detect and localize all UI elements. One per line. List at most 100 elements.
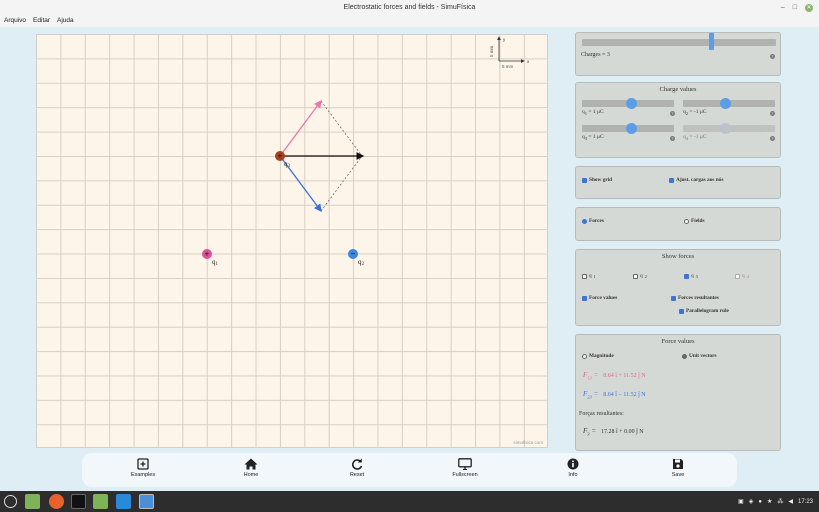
forces-resultantes-checkbox[interactable]: Forces resultantes [671, 295, 719, 301]
q3-slider[interactable] [582, 123, 674, 134]
charges-count-thumb[interactable] [709, 33, 714, 50]
charges-count-panel: Charges = 3 ? [575, 32, 781, 76]
show-q2-checkbox[interactable]: q2 [633, 273, 647, 279]
charge-values-title: Charge values [659, 86, 697, 93]
show-q4-checkbox[interactable]: q4 [735, 273, 749, 279]
clock[interactable]: 17:23 [798, 499, 813, 505]
checkbox-icon [735, 273, 740, 279]
radio-icon [582, 353, 587, 359]
firefox-icon[interactable] [49, 494, 64, 509]
notes-icon[interactable]: ▣ [738, 498, 744, 505]
unit-vectors-radio[interactable]: Unit vectors [682, 353, 717, 359]
radio-icon [682, 353, 687, 359]
q1-slider-thumb[interactable] [626, 98, 637, 109]
terminal-icon[interactable] [71, 494, 86, 509]
files-icon[interactable] [25, 494, 40, 509]
home-icon [244, 458, 258, 470]
help-icon[interactable]: ? [770, 54, 775, 59]
svg-text:+: + [278, 152, 283, 161]
window-title: Electrostatic forces and fields - SimuFí… [343, 4, 476, 11]
bottom-toolbar: Examples Home Reset Fullscreen Info Save [82, 453, 737, 487]
plus-square-icon [137, 458, 149, 470]
charge-q1[interactable]: + q1 [202, 249, 219, 267]
show-forces-title: Show forces [661, 253, 695, 260]
axis-x-label: x [527, 59, 530, 64]
show-q3-checkbox[interactable]: q3 [684, 273, 698, 279]
radio-icon [582, 218, 587, 224]
q1-slider[interactable] [582, 98, 674, 109]
menu-bar: Arquivo Editar Ajuda [0, 15, 819, 27]
checkbox-icon [582, 295, 587, 301]
network-icon[interactable]: ⁂ [777, 498, 783, 505]
parallelogram-checkbox[interactable]: Parallelogram rule [679, 308, 729, 314]
charge-values-panel: Charge values q1 = 1 μC ? q2 = -1 μC ? q… [575, 82, 781, 158]
start-menu-icon[interactable] [4, 495, 17, 508]
parallelogram-line-lower [320, 155, 363, 212]
charge-q2[interactable]: − q2 [348, 249, 365, 267]
force-values-checkbox[interactable]: Force values [582, 295, 617, 301]
adjust-charges-checkbox[interactable]: Ajust. cargas aos nós [669, 177, 723, 183]
volume-icon[interactable]: ◀ [788, 498, 793, 505]
q2-slider[interactable] [683, 98, 775, 109]
vector-layer: 5 mm 5 mm x y + q1 − q2 + q3 [202, 36, 530, 267]
os-taskbar: ▣ ◈ ● ★ ⁂ ◀ 17:23 [0, 491, 819, 512]
q4-slider[interactable] [683, 123, 775, 134]
refresh-icon [351, 458, 363, 470]
checkbox-icon [633, 273, 638, 279]
monitor-icon [458, 458, 472, 470]
scale-y-label: 5 mm [489, 45, 494, 57]
simufisica-app-icon[interactable] [139, 494, 154, 509]
fields-radio[interactable]: Fields [684, 218, 705, 224]
fullscreen-button[interactable]: Fullscreen [435, 458, 495, 478]
folder-icon[interactable] [93, 494, 108, 509]
parallelogram-line-upper [320, 100, 363, 157]
show-forces-panel: Show forces q1 q2 q3 q4 Force values For… [575, 249, 781, 326]
system-tray: ▣ ◈ ● ★ ⁂ ◀ 17:23 [738, 491, 813, 512]
checkbox-icon [679, 308, 684, 314]
menu-ajuda[interactable]: Ajuda [57, 15, 74, 27]
q2-value-label: q2 = -1 μC [683, 109, 707, 117]
shield-icon[interactable]: ◈ [749, 498, 754, 505]
forces-radio[interactable]: Forces [582, 218, 604, 224]
reset-button[interactable]: Reset [327, 458, 387, 478]
q2-help-icon[interactable]: ? [770, 111, 775, 116]
q4-help-icon[interactable]: ? [770, 136, 775, 141]
save-button[interactable]: Save [648, 458, 708, 478]
credit-text: simufisica.com [513, 440, 543, 445]
q2-slider-thumb[interactable] [720, 98, 731, 109]
radio-icon [684, 218, 689, 224]
svg-text:+: + [205, 250, 210, 259]
info-icon [567, 458, 579, 470]
show-q1-checkbox[interactable]: q1 [582, 273, 596, 279]
updates-icon[interactable]: ● [758, 499, 762, 505]
q3-help-icon[interactable]: ? [670, 136, 675, 141]
charges-count-label: Charges = 3 [581, 52, 610, 58]
maximize-button[interactable]: □ [793, 0, 797, 15]
charge-q3[interactable]: + q3 [275, 151, 291, 169]
magnitude-radio[interactable]: Magnitude [582, 353, 614, 359]
q3-value-label: q3 = 1 μC [582, 134, 604, 142]
q1-help-icon[interactable]: ? [670, 111, 675, 116]
show-grid-checkbox[interactable]: Show grid [582, 177, 612, 183]
menu-editar[interactable]: Editar [33, 15, 50, 27]
q4-slider-thumb[interactable] [720, 123, 731, 134]
vscode-icon[interactable] [116, 494, 131, 509]
home-button[interactable]: Home [221, 458, 281, 478]
checkbox-icon [684, 273, 689, 279]
info-button[interactable]: Info [543, 458, 603, 478]
charges-count-slider[interactable] [582, 33, 776, 50]
force-f3-value: F3 = 17.28 î + 0.00 ĵ N [583, 427, 644, 437]
checkbox-icon [671, 295, 676, 301]
close-button[interactable]: ✕ [805, 3, 813, 12]
force-f23-value: F23 = 8.64 î − 11.52 ĵ N [583, 390, 646, 400]
menu-arquivo[interactable]: Arquivo [4, 15, 26, 27]
star-icon[interactable]: ★ [767, 498, 772, 505]
q3-slider-thumb[interactable] [626, 123, 637, 134]
checkbox-icon [582, 273, 587, 279]
minimize-button[interactable]: – [781, 0, 785, 15]
simulation-canvas[interactable]: 5 mm 5 mm x y + q1 − q2 + q3 simufisica.… [36, 34, 548, 448]
q4-value-label: q4 = -1 μC [683, 134, 707, 142]
q1-value-label: q1 = 1 μC [582, 109, 604, 117]
force-f13-arrow [279, 99, 322, 157]
examples-button[interactable]: Examples [113, 458, 173, 478]
